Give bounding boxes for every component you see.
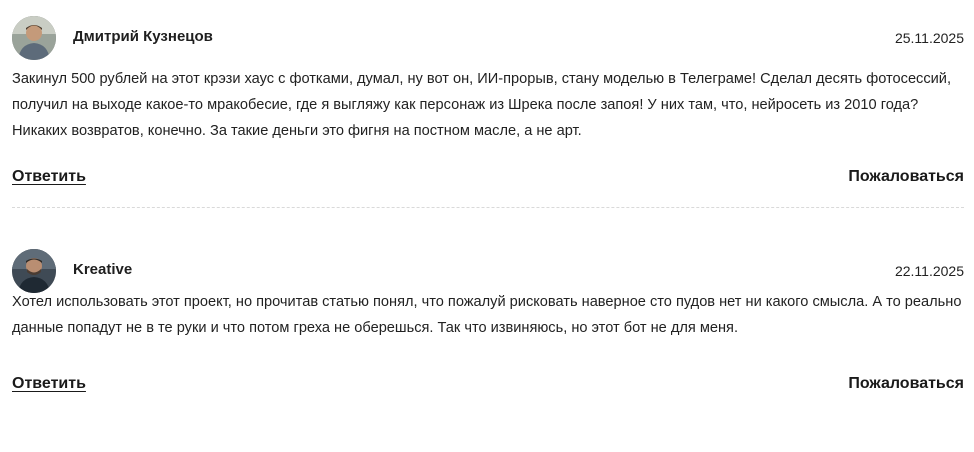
divider	[12, 207, 964, 208]
reply-link[interactable]: Ответить	[12, 375, 86, 393]
comment-item: Kreative 22.11.2025 Хотел использовать э…	[12, 249, 964, 411]
comment-text: Закинул 500 рублей на этот крэзи хаус с …	[12, 71, 952, 139]
comment-text: Хотел использовать этот проект, но прочи…	[12, 294, 962, 336]
avatar[interactable]	[12, 16, 56, 60]
comment-actions: Ответить Пожаловаться	[12, 375, 964, 399]
comment-actions: Ответить Пожаловаться	[12, 168, 964, 192]
report-link[interactable]: Пожаловаться	[848, 168, 964, 186]
comment-header: Kreative 22.11.2025	[12, 249, 964, 293]
comment-item: Дмитрий Кузнецов 25.11.2025 Закинул 500 …	[12, 0, 964, 208]
user-photo-avatar-icon	[12, 249, 56, 293]
avatar[interactable]	[12, 249, 56, 293]
report-link[interactable]: Пожаловаться	[848, 375, 964, 393]
comment-header: Дмитрий Кузнецов 25.11.2025	[12, 16, 964, 60]
comment-body: Kreative 22.11.2025 Хотел использовать э…	[12, 249, 964, 452]
user-photo-avatar-icon	[12, 16, 56, 60]
comment-author: Kreative	[73, 261, 133, 278]
comment-author: Дмитрий Кузнецов	[73, 28, 213, 45]
comment-date: 25.11.2025	[894, 30, 964, 46]
comments-list: Дмитрий Кузнецов 25.11.2025 Закинул 500 …	[12, 0, 964, 392]
comment-date: 22.11.2025	[894, 263, 964, 279]
reply-link[interactable]: Ответить	[12, 168, 86, 186]
